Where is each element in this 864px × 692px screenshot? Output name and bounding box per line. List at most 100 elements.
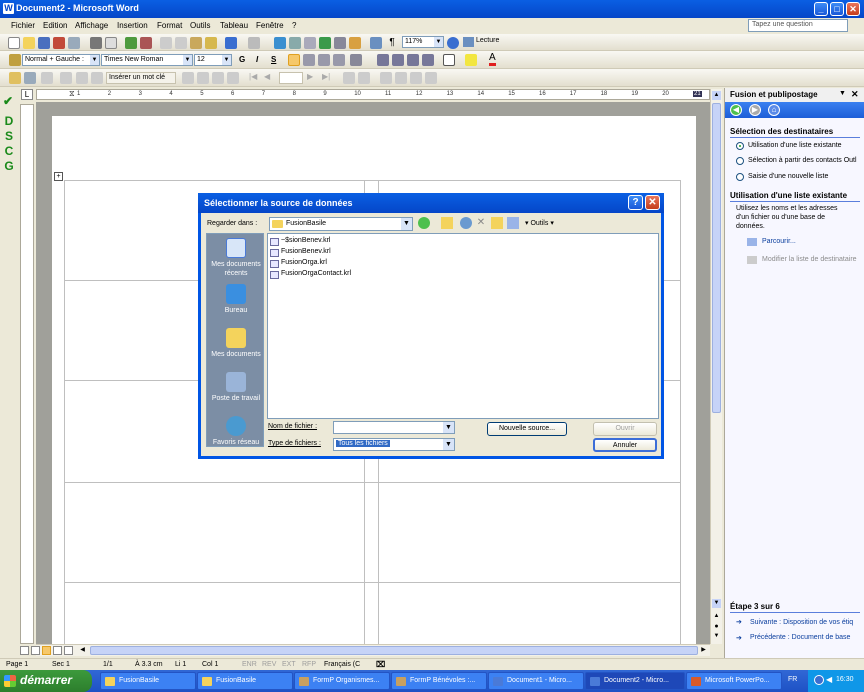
tools-menu[interactable]: ▾ Outils ▾ — [525, 219, 554, 227]
font-color-icon[interactable]: A — [489, 53, 496, 66]
save-icon[interactable] — [38, 37, 50, 49]
radio-outlook-contacts[interactable] — [736, 157, 744, 165]
copy-icon[interactable] — [175, 37, 187, 49]
forward-icon[interactable]: ▶ — [749, 104, 761, 116]
insert-excel-icon[interactable] — [319, 37, 331, 49]
taskbar-button-formp-benevoles[interactable]: FormP Bénévoles :... — [391, 672, 487, 690]
scroll-right-icon[interactable]: ▶ — [699, 646, 708, 655]
file-item[interactable]: FusionBenev.krl — [270, 248, 331, 257]
open-icon[interactable] — [23, 37, 35, 49]
border-icon[interactable] — [443, 54, 455, 66]
zoom-select[interactable]: 117% ▼ — [402, 36, 444, 48]
place-my-computer[interactable]: Poste de travail — [207, 372, 265, 403]
radio-existing-list[interactable] — [736, 142, 744, 150]
last-record-icon[interactable]: ▶| — [322, 72, 334, 84]
check-errors-icon[interactable] — [358, 72, 370, 84]
merge-to-new-document-icon[interactable] — [380, 72, 392, 84]
start-button[interactable]: démarrer — [0, 670, 92, 692]
file-item[interactable]: ~$sionBenev.krl — [270, 237, 330, 246]
table-move-handle-icon[interactable]: + — [54, 172, 63, 181]
next-step-link[interactable]: Suivante : Disposition de vos étiq — [750, 619, 853, 626]
document-map-icon[interactable] — [370, 37, 382, 49]
status-record[interactable]: ENR — [242, 661, 257, 668]
line-spacing-icon[interactable] — [350, 54, 362, 66]
hscroll-thumb[interactable] — [90, 646, 698, 655]
place-network[interactable]: Favoris réseau — [207, 416, 265, 447]
style-select[interactable]: Normal + Gauche : ▼ — [22, 54, 100, 66]
menu-insertion[interactable]: Insertion — [117, 21, 148, 30]
spelling-status-icon[interactable]: ⌧ — [376, 660, 388, 670]
tables-borders-icon[interactable] — [289, 37, 301, 49]
menu-fichier[interactable]: Fichier — [11, 21, 35, 30]
insert-table-icon[interactable] — [304, 37, 316, 49]
align-right-icon[interactable] — [318, 54, 330, 66]
scroll-thumb[interactable] — [712, 103, 721, 413]
taskbar-button-fusionbasile-2[interactable]: FusionBasile — [197, 672, 293, 690]
insert-word-field-button[interactable]: Insérer un mot clé — [106, 72, 176, 84]
merge-to-fax-icon[interactable] — [425, 72, 437, 84]
font-size-select[interactable]: 12 ▼ — [194, 54, 232, 66]
place-recent-documents[interactable]: Mes documents récents — [207, 238, 265, 278]
outline-view-icon[interactable] — [53, 646, 62, 655]
status-revisions[interactable]: REV — [262, 661, 276, 668]
cut-icon[interactable] — [160, 37, 172, 49]
place-desktop[interactable]: Bureau — [207, 284, 265, 315]
taskbar-button-formp-organismes[interactable]: FormP Organismes... — [294, 672, 390, 690]
font-select[interactable]: Times New Roman ▼ — [101, 54, 193, 66]
insert-merge-fields-icon[interactable] — [91, 72, 103, 84]
delete-icon[interactable]: ✕ — [475, 217, 487, 229]
word-app-icon[interactable]: W — [3, 3, 14, 14]
indent-marker[interactable]: ⧖ — [69, 90, 76, 100]
close-button[interactable]: ✕ — [846, 2, 860, 16]
menu-affichage[interactable]: Affichage — [75, 21, 108, 30]
email-icon[interactable] — [68, 37, 80, 49]
numbering-icon[interactable] — [377, 54, 389, 66]
cancel-button[interactable]: Annuler — [593, 438, 657, 452]
menu-edition[interactable]: Edition — [43, 21, 67, 30]
highlight-icon[interactable] — [465, 54, 477, 66]
vertical-scrollbar[interactable]: ▲ ▼ ▲ ● ▼ — [710, 89, 722, 644]
show-formatting-icon[interactable]: ¶ — [386, 37, 398, 49]
file-item[interactable]: FusionOrga.krl — [270, 259, 327, 268]
styles-pane-icon[interactable] — [9, 54, 21, 66]
decrease-indent-icon[interactable] — [407, 54, 419, 66]
main-document-setup-icon[interactable] — [9, 72, 21, 84]
menu-outils[interactable]: Outils — [190, 21, 210, 30]
option-new-list[interactable]: Saisie d'une nouvelle liste — [748, 173, 828, 180]
help-icon[interactable] — [447, 37, 459, 49]
task-pane-menu-icon[interactable]: ▼ — [839, 90, 846, 97]
next-record-icon[interactable]: ▶ — [307, 72, 319, 84]
first-record-icon[interactable]: |◀ — [249, 72, 261, 84]
taskbar-button-document1[interactable]: Document1 - Micro... — [488, 672, 584, 690]
justify-icon[interactable] — [333, 54, 345, 66]
checkmark-icon[interactable]: ✔ — [3, 94, 13, 108]
drawing-icon[interactable] — [349, 37, 361, 49]
columns-icon[interactable] — [334, 37, 346, 49]
hyperlink-icon[interactable] — [274, 37, 286, 49]
previous-step-link[interactable]: Précédente : Document de base — [750, 634, 850, 641]
match-fields-icon[interactable] — [212, 72, 224, 84]
increase-indent-icon[interactable] — [422, 54, 434, 66]
views-icon[interactable] — [507, 217, 519, 229]
web-view-icon[interactable] — [31, 646, 40, 655]
greeting-line-icon[interactable] — [76, 72, 88, 84]
status-extend[interactable]: EXT — [282, 661, 296, 668]
print-layout-icon[interactable] — [42, 646, 51, 655]
highlight-fields-icon[interactable] — [197, 72, 209, 84]
taskbar-button-fusionbasile-1[interactable]: FusionBasile — [100, 672, 196, 690]
status-overtype[interactable]: RFP — [302, 661, 316, 668]
format-painter-icon[interactable] — [205, 37, 217, 49]
toolbar-button-c[interactable]: C — [3, 144, 15, 158]
undo-icon[interactable] — [225, 37, 237, 49]
horizontal-scrollbar[interactable]: ◀ ▶ — [20, 644, 710, 656]
option-outlook-contacts[interactable]: Sélection à partir des contacts Outl — [748, 157, 857, 164]
toolbar-button-d[interactable]: D — [3, 114, 15, 128]
tab-selector[interactable]: L — [21, 89, 33, 100]
print-icon[interactable] — [90, 37, 102, 49]
input-language[interactable]: FR — [788, 676, 797, 683]
menu-tableau[interactable]: Tableau — [220, 21, 248, 30]
merge-to-printer-icon[interactable] — [395, 72, 407, 84]
reading-mode-button[interactable]: Lecture — [463, 37, 499, 47]
record-number-input[interactable] — [279, 72, 303, 84]
find-entry-icon[interactable] — [343, 72, 355, 84]
